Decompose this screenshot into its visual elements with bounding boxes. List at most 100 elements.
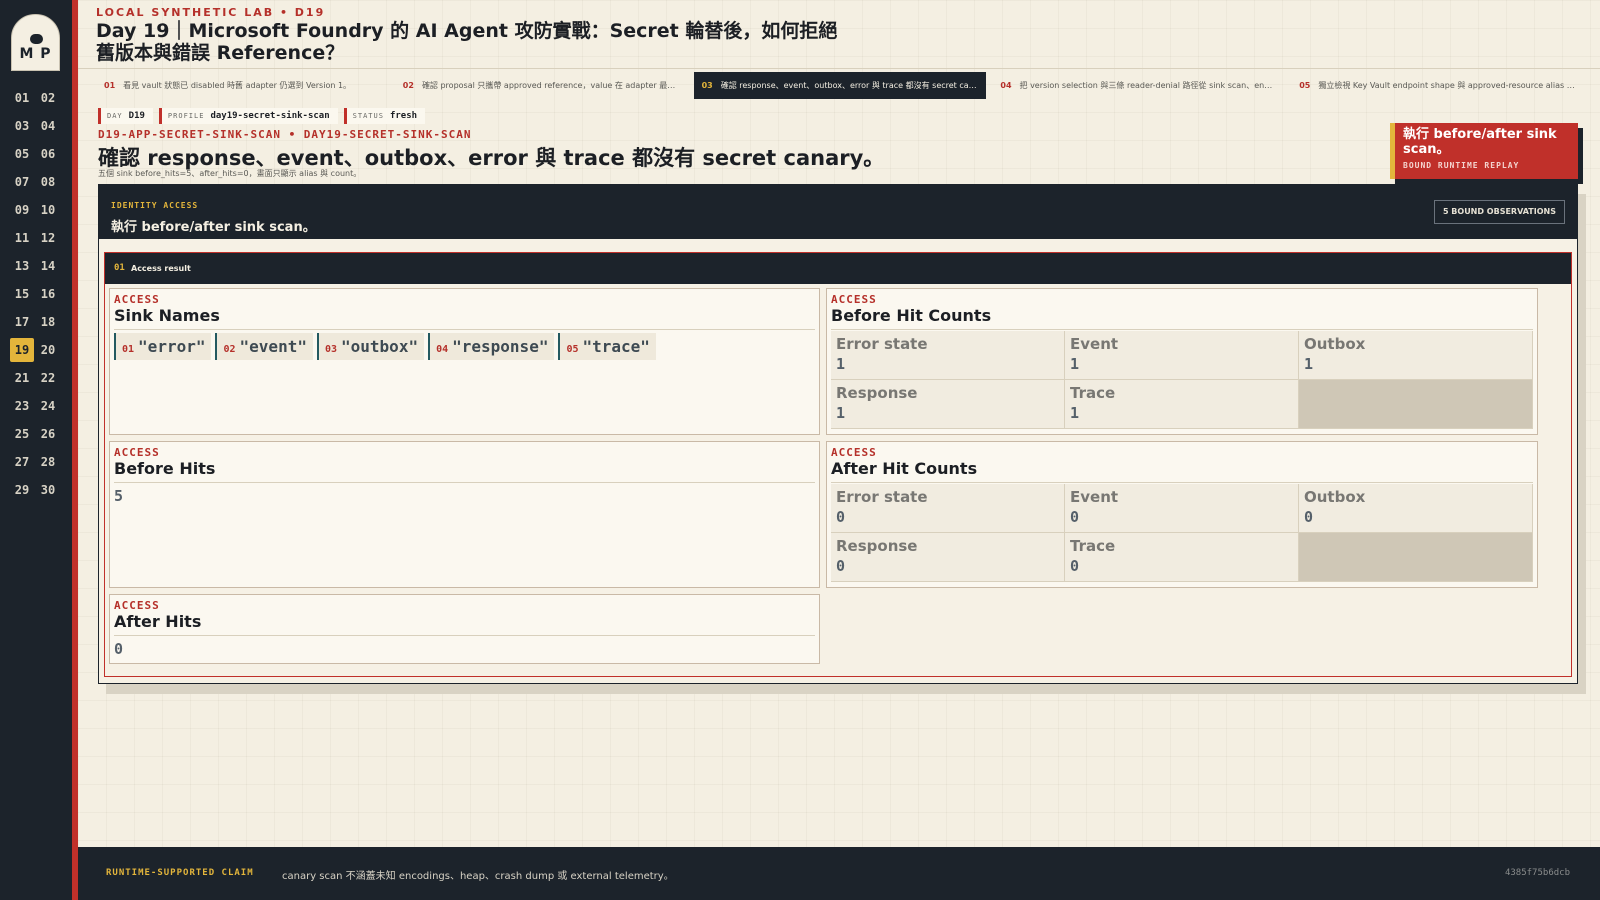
hit-count-cell: Response 0	[831, 533, 1065, 582]
hit-count-cell: Outbox 1	[1299, 331, 1533, 380]
day-link-27[interactable]: 27	[10, 450, 34, 474]
tab-number: 03	[701, 81, 713, 90]
day-link-02[interactable]: 02	[36, 86, 60, 110]
sink-name-value: "outbox"	[341, 337, 419, 356]
day-link-13[interactable]: 13	[10, 254, 34, 278]
section-subtitle: 五個 sink before_hits=5、after_hits=0，畫面只顯示…	[98, 169, 362, 178]
day-link-09[interactable]: 09	[10, 198, 34, 222]
card-kicker: ACCESS	[114, 599, 160, 612]
footer-text: canary scan 不涵蓋未知 encodings、heap、crash d…	[282, 871, 674, 882]
tab-step-01[interactable]: 01 看見 vault 狀態已 disabled 時舊 adapter 仍選到 V…	[96, 72, 389, 99]
after-hit-counts-card: ACCESS After Hit Counts Error state 0 Even…	[826, 441, 1538, 588]
sidebar-accent-stripe	[72, 0, 78, 900]
hit-count-value: 1	[1070, 355, 1080, 373]
day-link-30[interactable]: 30	[36, 478, 60, 502]
hit-count-cell: Error state 0	[831, 484, 1065, 533]
sink-name-value: "event"	[239, 337, 307, 356]
day-link-16[interactable]: 16	[36, 282, 60, 306]
hit-count-value: 0	[1070, 508, 1080, 526]
identity-access-panel: IDENTITY ACCESS 執行 before/after sink sca…	[98, 184, 1578, 684]
tab-label: 確認 proposal 只攜帶 approved reference，value…	[421, 81, 688, 90]
before-hit-counts-card: ACCESS Before Hit Counts Error state 1 Eve…	[826, 288, 1538, 435]
day-link-07[interactable]: 07	[10, 170, 34, 194]
sink-name-item: 03 "outbox"	[316, 333, 425, 360]
day-link-08[interactable]: 08	[36, 170, 60, 194]
sink-names-card: ACCESS Sink Names 01 "error" 02 "event" 03 "o…	[109, 288, 820, 435]
sink-label: Outbox	[1304, 488, 1366, 506]
day-link-17[interactable]: 17	[10, 310, 34, 334]
day-link-22[interactable]: 22	[36, 366, 60, 390]
footer: RUNTIME-SUPPORTED CLAIM canary scan 不涵蓋未…	[78, 847, 1600, 900]
day-link-24[interactable]: 24	[36, 394, 60, 418]
sink-name-number: 01	[122, 344, 135, 355]
panel-kicker: IDENTITY ACCESS	[111, 201, 199, 210]
day-link-04[interactable]: 04	[36, 114, 60, 138]
day-link-14[interactable]: 14	[36, 254, 60, 278]
day-link-01[interactable]: 01	[10, 86, 34, 110]
day-link-10[interactable]: 10	[36, 198, 60, 222]
tab-label: 獨立檢視 Key Vault endpoint shape 與 approved…	[1318, 81, 1584, 90]
day-link-29[interactable]: 29	[10, 478, 34, 502]
sink-label: Response	[836, 384, 918, 402]
observations-badge[interactable]: 5 BOUND OBSERVATIONS	[1433, 200, 1565, 224]
card-title: After Hit Counts	[831, 459, 1533, 483]
after-hits-card: ACCESS After Hits 0	[109, 594, 820, 664]
day-link-26[interactable]: 26	[36, 422, 60, 446]
day-nav: 01 02 03 04 05 06 07 08 09 10 11 12 13 14 15 16 17 18 19 20…	[10, 86, 62, 502]
page-title: Day 19｜Microsoft Foundry 的 AI Agent 攻防實戰…	[96, 20, 838, 64]
day-link-20[interactable]: 20	[36, 338, 60, 362]
lab-label: LOCAL SYNTHETIC LAB • D19	[96, 6, 326, 19]
step-tabs: 01 看見 vault 狀態已 disabled 時舊 adapter 仍選到 V…	[96, 72, 1584, 99]
day-link-12[interactable]: 12	[36, 226, 60, 250]
access-result-number: 01	[114, 263, 125, 273]
callout-title: 執行 before/after sink scan。	[1403, 127, 1557, 157]
tab-step-04[interactable]: 04 把 version selection 與三條 reader-denial …	[992, 72, 1285, 99]
status-chip: STATUS fresh	[343, 108, 426, 124]
footer-label: RUNTIME-SUPPORTED CLAIM	[106, 868, 254, 878]
sink-label: Response	[836, 537, 918, 555]
day-chip: DAY D19	[98, 108, 153, 124]
hit-count-value: 1	[1070, 404, 1080, 422]
sink-label: Trace	[1070, 537, 1116, 555]
replay-callout[interactable]: 執行 before/after sink scan。 BOUND RUNTIME…	[1390, 123, 1578, 179]
access-result-title: Access result	[131, 264, 191, 273]
tab-step-02[interactable]: 02 確認 proposal 只攜帶 approved reference，val…	[395, 72, 688, 99]
card-title: Before Hits	[114, 459, 815, 483]
sink-name-list: 01 "error" 02 "event" 03 "outbox" 04 "response"…	[114, 333, 815, 360]
tab-number: 02	[402, 81, 414, 90]
day-link-06[interactable]: 06	[36, 142, 60, 166]
hit-count-value: 0	[836, 508, 846, 526]
day-link-18[interactable]: 18	[36, 310, 60, 334]
logo-mark-icon	[30, 34, 43, 44]
sink-label: Outbox	[1304, 335, 1366, 353]
hit-count-cell: Event 1	[1065, 331, 1299, 380]
hit-count-cell: Event 0	[1065, 484, 1299, 533]
callout-subtitle: BOUND RUNTIME REPLAY	[1403, 161, 1520, 170]
meta-chips: DAY D19 PROFILE day19-secret-sink-scan STA…	[98, 108, 426, 124]
day-link-15[interactable]: 15	[10, 282, 34, 306]
card-kicker: ACCESS	[831, 446, 877, 459]
day-link-03[interactable]: 03	[10, 114, 34, 138]
panel-title: 執行 before/after sink scan。	[111, 220, 316, 235]
sink-label: Trace	[1070, 384, 1116, 402]
sink-name-value: "error"	[138, 337, 206, 356]
access-result-header: 01 Access result	[105, 253, 1571, 284]
card-kicker: ACCESS	[114, 293, 160, 306]
day-link-21[interactable]: 21	[10, 366, 34, 390]
sidebar: M P 01 02 03 04 05 06 07 08 09 10 11 12 13 14 15 16 17 18…	[0, 0, 72, 900]
logo: M P	[11, 14, 60, 71]
day-link-19[interactable]: 19	[10, 338, 34, 362]
tab-step-05[interactable]: 05 獨立檢視 Key Vault endpoint shape 與 approv…	[1291, 72, 1584, 99]
day-link-25[interactable]: 25	[10, 422, 34, 446]
hit-count-value: 1	[836, 404, 846, 422]
day-link-05[interactable]: 05	[10, 142, 34, 166]
day-link-28[interactable]: 28	[36, 450, 60, 474]
hit-count-value: 0	[1304, 508, 1314, 526]
footer-hash: 4385f75b6dcb	[1504, 868, 1570, 878]
card-title: Sink Names	[114, 306, 815, 330]
tab-step-03[interactable]: 03 確認 response、event、outbox、error 與 trace…	[693, 72, 987, 99]
day-link-23[interactable]: 23	[10, 394, 34, 418]
tab-number: 01	[104, 81, 116, 90]
hit-count-cell: Outbox 0	[1299, 484, 1533, 533]
day-link-11[interactable]: 11	[10, 226, 34, 250]
